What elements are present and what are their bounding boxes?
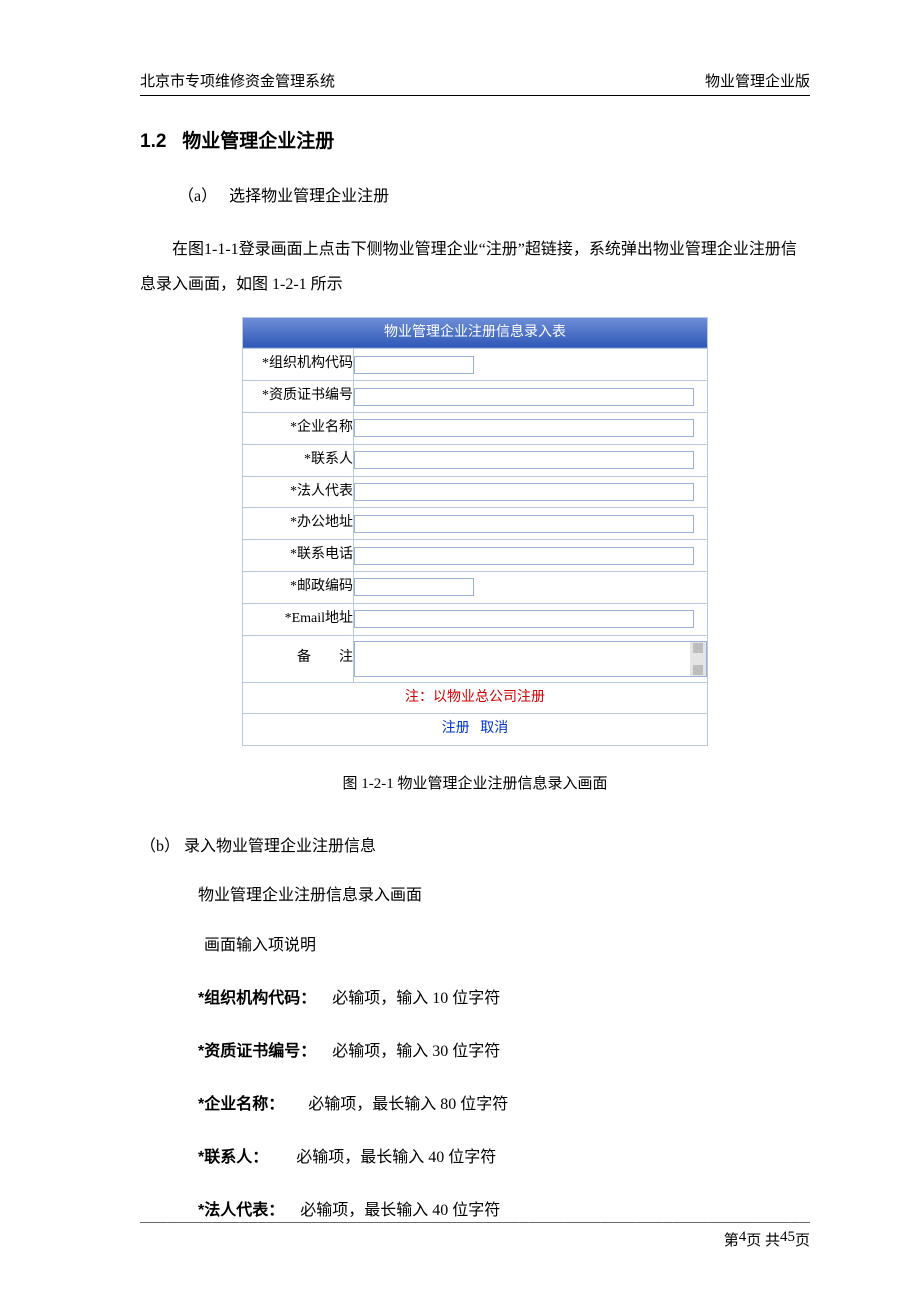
postcode-input[interactable] (354, 578, 474, 596)
step-a-marker: （a） (178, 188, 217, 205)
address-input[interactable] (354, 515, 694, 533)
cancel-button[interactable]: 取消 (480, 721, 508, 736)
spec-label: *联系人： (198, 1149, 268, 1166)
footer-rule: ________________________________________… (140, 1205, 810, 1223)
memo-label: 备 注 (243, 635, 354, 682)
email-input[interactable] (354, 610, 694, 628)
field-label: *邮政编码 (243, 571, 354, 603)
field-label: *联系电话 (243, 540, 354, 572)
step-b-heading: （b） 录入物业管理企业注册信息 (140, 829, 810, 864)
field-label: *企业名称 (243, 412, 354, 444)
field-label: *联系人 (243, 444, 354, 476)
legal-rep-input[interactable] (354, 483, 694, 501)
field-label: *办公地址 (243, 508, 354, 540)
spec-desc: 必输项，输入 10 位字符 (332, 990, 500, 1007)
spec-desc: 必输项，输入 30 位字符 (332, 1043, 500, 1060)
section-heading: 1.2 物业管理企业注册 (140, 126, 810, 153)
figure-caption: 图 1-2-1 物业管理企业注册信息录入画面 (140, 768, 810, 801)
spec-label: *资质证书编号： (198, 1043, 316, 1060)
step-b-marker: （b） (140, 838, 180, 855)
step-b-line2: 画面输入项说明 (140, 928, 810, 963)
spec-desc: 必输项，最长输入 80 位字符 (308, 1096, 508, 1113)
field-label: *组织机构代码 (243, 349, 354, 381)
step-a-paragraph: 在图1-1-1登录画面上点击下侧物业管理企业“注册”超链接，系统弹出物业管理企业… (140, 232, 810, 302)
section-number: 1.2 (140, 131, 166, 152)
form-note: 注：以物业总公司注册 (243, 682, 708, 714)
spec-row: *企业名称： 必输项，最长输入 80 位字符 (198, 1087, 810, 1122)
doc-header-left: 北京市专项维修资金管理系统 (140, 70, 335, 91)
section-title: 物业管理企业注册 (182, 131, 334, 152)
header-rule (140, 95, 810, 96)
step-a-heading: （a） 选择物业管理企业注册 (140, 179, 810, 214)
spec-row: *资质证书编号： 必输项，输入 30 位字符 (198, 1034, 810, 1069)
spec-label: *企业名称： (198, 1096, 284, 1113)
step-a-title: 选择物业管理企业注册 (229, 188, 389, 205)
spec-row: *联系人： 必输项，最长输入 40 位字符 (198, 1140, 810, 1175)
step-b-line1: 物业管理企业注册信息录入画面 (140, 878, 810, 913)
registration-form-table: 物业管理企业注册信息录入表 *组织机构代码 *资质证书编号 *企业名称 *联系人… (242, 317, 708, 747)
field-label: *法人代表 (243, 476, 354, 508)
org-code-input[interactable] (354, 356, 474, 374)
scrollbar-icon (690, 642, 706, 676)
field-label: *资质证书编号 (243, 381, 354, 413)
spec-desc: 必输项，最长输入 40 位字符 (296, 1149, 496, 1166)
register-button[interactable]: 注册 (442, 721, 470, 736)
doc-header-right: 物业管理企业版 (705, 70, 810, 91)
spec-row: *组织机构代码： 必输项，输入 10 位字符 (198, 981, 810, 1016)
phone-input[interactable] (354, 547, 694, 565)
cert-no-input[interactable] (354, 388, 694, 406)
spec-label: *组织机构代码： (198, 990, 316, 1007)
field-label: *Email地址 (243, 603, 354, 635)
form-actions: 注册 取消 (243, 714, 708, 746)
memo-textarea[interactable] (354, 641, 707, 677)
page-number: 第 4 页 共 45 页 (140, 1229, 810, 1250)
form-title: 物业管理企业注册信息录入表 (243, 317, 708, 349)
contact-input[interactable] (354, 451, 694, 469)
step-b-title: 录入物业管理企业注册信息 (184, 838, 376, 855)
company-name-input[interactable] (354, 419, 694, 437)
